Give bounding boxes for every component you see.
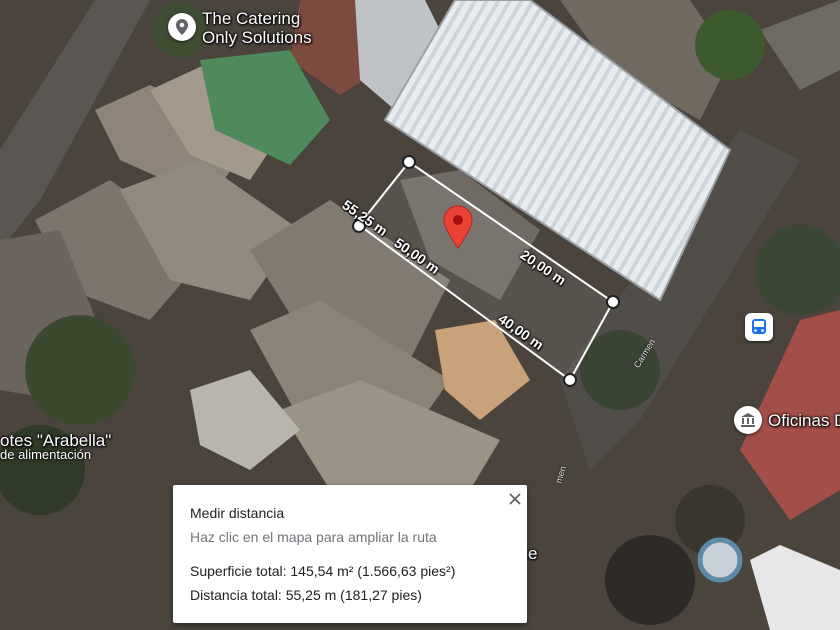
panel-hint: Haz clic en el mapa para ampliar la ruta [190, 529, 437, 545]
tree [25, 315, 135, 425]
measure-vertex[interactable] [563, 373, 577, 387]
total-area: Superficie total: 145,54 m² (1.566,63 pi… [190, 563, 456, 579]
place-label-catering[interactable]: The Catering Only Solutions [202, 9, 312, 47]
place-subtitle: de alimentación [0, 447, 92, 462]
panel-title: Medir distancia [190, 505, 285, 521]
place-name-line2: Only Solutions [202, 28, 312, 47]
total-distance: Distancia total: 55,25 m (181,27 pies) [190, 587, 422, 603]
measure-vertex[interactable] [606, 295, 620, 309]
close-icon[interactable] [505, 489, 525, 509]
bus-stop-icon[interactable] [745, 313, 773, 341]
place-name: The Catering [202, 9, 301, 28]
tree [695, 10, 765, 80]
measure-distance-panel: Medir distancia Haz clic en el mapa para… [173, 485, 527, 623]
measure-vertex[interactable] [402, 155, 416, 169]
fountain [697, 537, 743, 583]
tree [605, 535, 695, 625]
government-building-icon[interactable] [734, 406, 762, 434]
place-label-oficinas[interactable]: Oficinas D [768, 411, 840, 430]
partial-map-label: e [528, 544, 538, 563]
place-pin-icon[interactable] [168, 13, 196, 41]
